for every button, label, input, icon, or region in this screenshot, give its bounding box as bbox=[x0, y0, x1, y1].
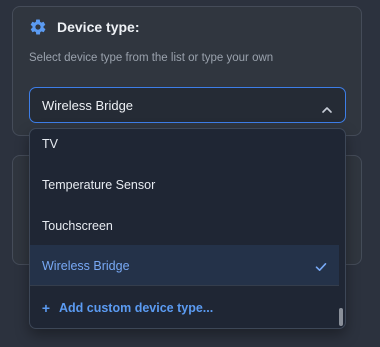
dropdown-scrollbar[interactable] bbox=[338, 129, 344, 328]
device-type-dropdown: TV Temperature Sensor Touchscreen Wirele… bbox=[29, 128, 346, 329]
add-custom-label: Add custom device type... bbox=[59, 300, 214, 315]
plus-icon: + bbox=[41, 299, 51, 316]
selected-device-type: Wireless Bridge bbox=[42, 97, 134, 113]
chevron-up-icon bbox=[321, 101, 333, 113]
option-label: Wireless Bridge bbox=[42, 258, 130, 273]
check-icon bbox=[315, 261, 327, 271]
option-temperature-sensor[interactable]: Temperature Sensor bbox=[30, 164, 339, 205]
option-touchscreen[interactable]: Touchscreen bbox=[30, 205, 339, 246]
card-header: Device type: bbox=[29, 18, 139, 36]
device-type-title: Device type: bbox=[57, 19, 140, 35]
option-wireless-bridge[interactable]: Wireless Bridge bbox=[30, 245, 339, 286]
device-type-hint: Select device type from the list or type… bbox=[29, 52, 274, 64]
option-tv[interactable]: TV bbox=[30, 129, 339, 164]
option-label: Temperature Sensor bbox=[42, 177, 156, 192]
device-type-card: Device type: Select device type from the… bbox=[12, 6, 362, 136]
option-label: TV bbox=[42, 136, 58, 151]
page: Device type: Select device type from the… bbox=[0, 0, 380, 347]
gear-icon bbox=[29, 18, 47, 36]
add-custom-device-type-button[interactable]: + Add custom device type... bbox=[30, 286, 339, 328]
device-type-select[interactable]: Wireless Bridge bbox=[29, 87, 346, 123]
dropdown-scroll-thumb[interactable] bbox=[339, 308, 343, 326]
option-label: Touchscreen bbox=[42, 218, 113, 233]
